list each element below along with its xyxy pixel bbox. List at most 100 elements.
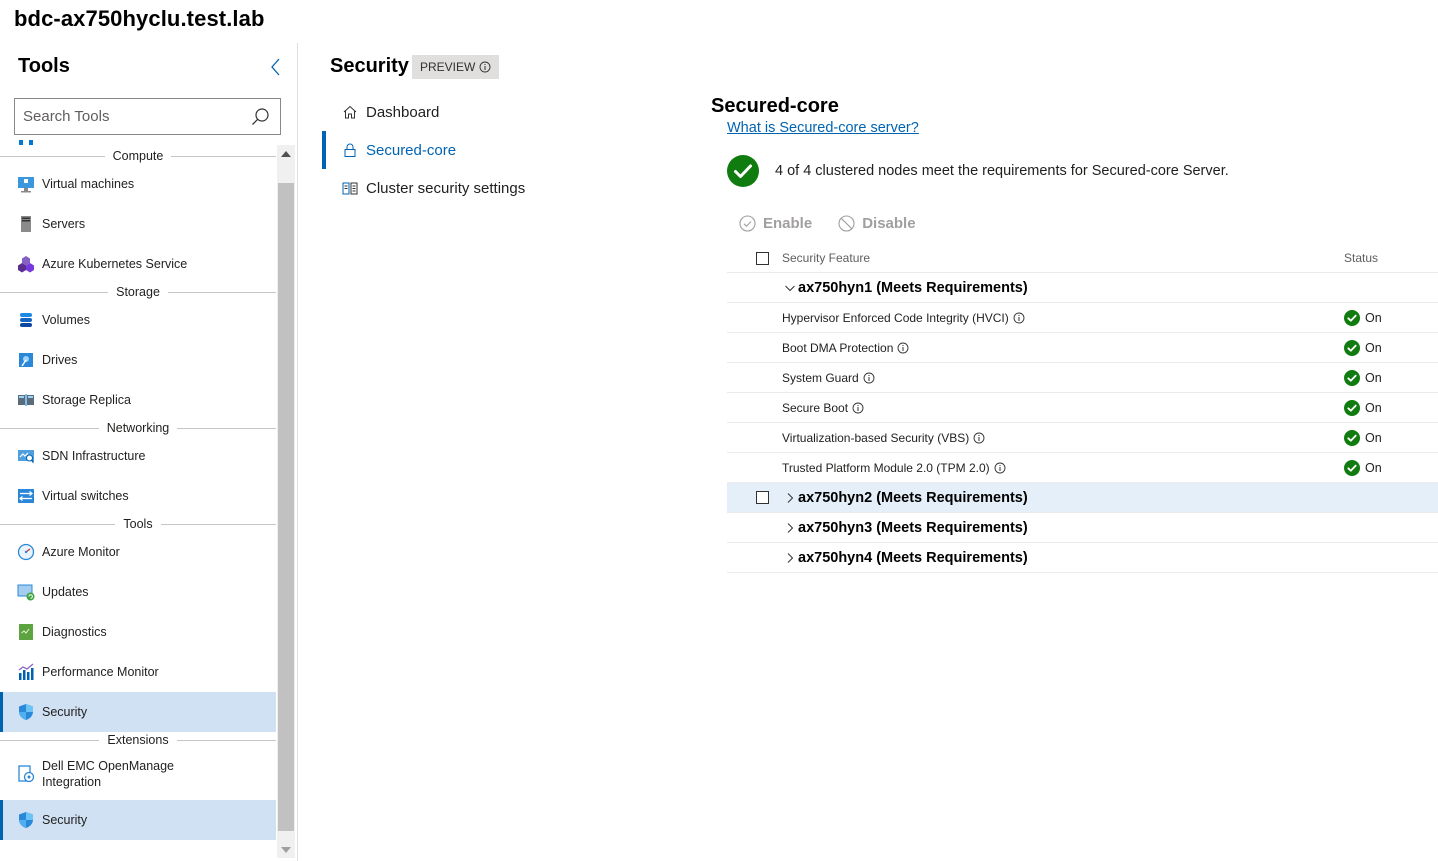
info-icon[interactable] bbox=[1013, 312, 1025, 324]
info-icon[interactable] bbox=[897, 342, 909, 354]
shield-icon bbox=[17, 703, 35, 721]
disable-button[interactable]: Disable bbox=[838, 215, 916, 232]
feature-cell: Secure Boot bbox=[782, 401, 864, 415]
status-text: On bbox=[1365, 310, 1382, 325]
select-all-checkbox[interactable] bbox=[756, 251, 769, 265]
security-nav-dashboard[interactable]: Dashboard bbox=[322, 93, 622, 131]
tools-item-azure-monitor[interactable]: Azure Monitor bbox=[0, 532, 276, 572]
tools-item-volumes[interactable]: Volumes bbox=[0, 300, 276, 340]
performance-monitor-icon bbox=[17, 663, 35, 681]
tools-item-servers[interactable]: Servers bbox=[0, 204, 276, 244]
home-icon bbox=[342, 104, 358, 120]
scroll-up-arrow-icon bbox=[281, 150, 291, 157]
security-nav-cluster-settings[interactable]: Cluster security settings bbox=[322, 169, 622, 207]
row-checkbox[interactable] bbox=[756, 491, 769, 504]
tools-item-diagnostics[interactable]: Diagnostics bbox=[0, 612, 276, 652]
grid-header: Security Feature Status bbox=[727, 244, 1438, 273]
feature-row[interactable]: Boot DMA Protection On bbox=[727, 333, 1438, 363]
status-check-icon bbox=[1344, 339, 1360, 356]
feature-name: Hypervisor Enforced Code Integrity (HVCI… bbox=[782, 310, 1009, 325]
feature-name: System Guard bbox=[782, 370, 859, 385]
node-group-row[interactable]: ax750hyn4 (Meets Requirements) bbox=[727, 543, 1438, 573]
security-features-grid: Security Feature Status ax750hyn1 (Meets… bbox=[727, 244, 1438, 573]
tools-item-performance-monitor[interactable]: Performance Monitor bbox=[0, 652, 276, 692]
feature-name: Secure Boot bbox=[782, 400, 849, 415]
disable-label: Disable bbox=[862, 215, 916, 232]
status-cell: On bbox=[1344, 309, 1382, 326]
lock-icon bbox=[342, 142, 358, 158]
tools-list: Dashboard Compute Virtual machines Servers A… bbox=[0, 140, 276, 858]
sdn-infrastructure-icon bbox=[17, 447, 35, 465]
chevron-down-icon[interactable] bbox=[782, 282, 798, 294]
block-icon bbox=[838, 215, 855, 232]
info-icon[interactable] bbox=[973, 432, 985, 444]
tools-group-header: Tools bbox=[0, 516, 276, 532]
feature-row[interactable]: Secure Boot On bbox=[727, 393, 1438, 423]
feature-row[interactable]: Trusted Platform Module 2.0 (TPM 2.0) On bbox=[727, 453, 1438, 483]
node-group-row[interactable]: ax750hyn1 (Meets Requirements) bbox=[727, 273, 1438, 303]
tools-item-dell-emc-openmanage-integration[interactable]: Dell EMC OpenManage Integration bbox=[0, 748, 276, 800]
chevron-right-icon[interactable] bbox=[782, 492, 798, 504]
virtual-switches-icon bbox=[17, 487, 35, 505]
chevron-right-icon[interactable] bbox=[782, 522, 798, 534]
feature-name: Trusted Platform Module 2.0 (TPM 2.0) bbox=[782, 460, 990, 475]
feature-cell: System Guard bbox=[782, 371, 875, 385]
node-group-row[interactable]: ax750hyn2 (Meets Requirements) bbox=[727, 483, 1438, 513]
info-icon[interactable] bbox=[863, 372, 875, 384]
tools-item-label: Servers bbox=[42, 217, 86, 231]
info-icon bbox=[479, 61, 491, 73]
status-text: On bbox=[1365, 460, 1382, 475]
scroll-up-button[interactable] bbox=[277, 145, 295, 162]
preview-badge[interactable]: PREVIEW bbox=[412, 55, 500, 79]
column-header-status[interactable]: Status bbox=[1344, 251, 1378, 265]
shield-icon bbox=[17, 811, 35, 829]
feature-row[interactable]: Virtualization-based Security (VBS) On bbox=[727, 423, 1438, 453]
tools-group-header: Networking bbox=[0, 420, 276, 436]
security-nav-secured-core-label: Secured-core bbox=[366, 141, 457, 159]
diagnostics-icon bbox=[17, 623, 35, 641]
scroll-down-button[interactable] bbox=[277, 841, 295, 858]
collapse-pane-button[interactable] bbox=[266, 56, 286, 78]
scroll-thumb[interactable] bbox=[278, 183, 294, 831]
tools-header: Tools bbox=[18, 55, 70, 77]
tools-group-label: Extensions bbox=[99, 733, 177, 747]
node-name: ax750hyn1 (Meets Requirements) bbox=[798, 279, 1028, 296]
virtual-machines-icon bbox=[17, 175, 35, 193]
info-icon[interactable] bbox=[994, 462, 1006, 474]
feature-cell: Trusted Platform Module 2.0 (TPM 2.0) bbox=[782, 461, 1006, 475]
tools-group-label: Compute bbox=[104, 149, 172, 163]
chevron-right-icon[interactable] bbox=[782, 552, 798, 564]
check-circle-icon bbox=[739, 215, 756, 232]
search-icon[interactable] bbox=[246, 103, 274, 131]
tools-item-dashboard[interactable]: Dashboard bbox=[0, 140, 276, 148]
enable-button[interactable]: Enable bbox=[739, 215, 812, 232]
tools-scrollbar[interactable] bbox=[277, 145, 295, 858]
tools-group-header: Storage bbox=[0, 284, 276, 300]
tools-item-sdn-infrastructure[interactable]: SDN Infrastructure bbox=[0, 436, 276, 476]
search-tools-field[interactable] bbox=[14, 98, 281, 135]
tools-pane: Tools Dashboard Compute Virtual machines Se… bbox=[0, 43, 298, 861]
chevron-left-icon bbox=[271, 58, 280, 76]
tools-item-drives[interactable]: Drives bbox=[0, 340, 276, 380]
node-group-row[interactable]: ax750hyn3 (Meets Requirements) bbox=[727, 513, 1438, 543]
security-nav-secured-core[interactable]: Secured-core bbox=[322, 131, 622, 169]
tools-item-security[interactable]: Security bbox=[0, 800, 276, 840]
feature-name: Boot DMA Protection bbox=[782, 340, 894, 355]
feature-cell: Virtualization-based Security (VBS) bbox=[782, 431, 985, 445]
tools-item-storage-replica[interactable]: Storage Replica bbox=[0, 380, 276, 420]
status-cell: On bbox=[1344, 339, 1382, 356]
feature-cell: Boot DMA Protection bbox=[782, 341, 909, 355]
secured-core-summary: 4 of 4 clustered nodes meet the requirem… bbox=[727, 155, 1229, 187]
column-header-feature[interactable]: Security Feature bbox=[782, 251, 870, 265]
tools-item-azure-kubernetes-service[interactable]: Azure Kubernetes Service bbox=[0, 244, 276, 284]
search-tools-input[interactable] bbox=[15, 99, 246, 134]
feature-row[interactable]: Hypervisor Enforced Code Integrity (HVCI… bbox=[727, 303, 1438, 333]
tools-group-label: Tools bbox=[115, 517, 161, 531]
what-is-secured-core-link[interactable]: What is Secured-core server? bbox=[727, 120, 919, 136]
feature-row[interactable]: System Guard On bbox=[727, 363, 1438, 393]
info-icon[interactable] bbox=[852, 402, 864, 414]
tools-item-updates[interactable]: Updates bbox=[0, 572, 276, 612]
tools-item-virtual-switches[interactable]: Virtual switches bbox=[0, 476, 276, 516]
tools-item-virtual-machines[interactable]: Virtual machines bbox=[0, 164, 276, 204]
tools-item-security[interactable]: Security bbox=[0, 692, 276, 732]
